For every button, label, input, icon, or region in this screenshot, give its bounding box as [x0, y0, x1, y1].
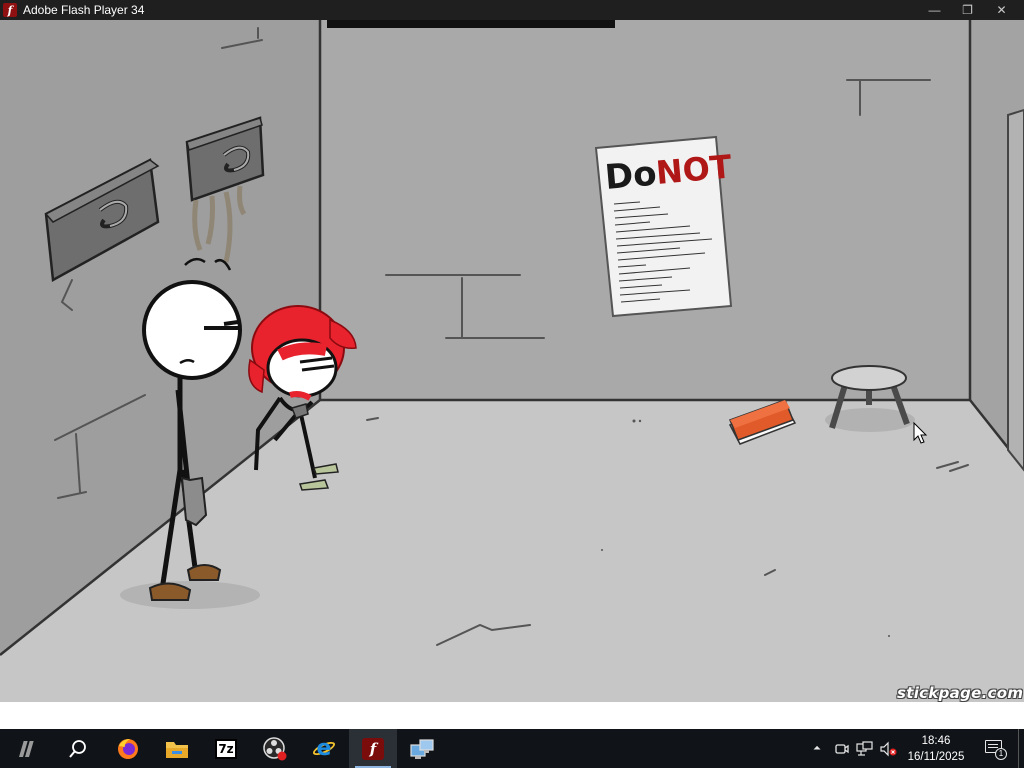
clock-date: 16/11/2025 [907, 750, 965, 763]
network-app-icon [410, 738, 434, 759]
window-bottom-margin [0, 702, 1024, 729]
notification-center-button[interactable]: 1 [978, 729, 1012, 768]
window-titlebar[interactable]: f Adobe Flash Player 34 — ❐ ✕ [0, 0, 1024, 20]
7zip-icon: 7z [215, 738, 237, 759]
taskbar-flash-player[interactable]: f [349, 729, 397, 768]
folder-icon [166, 741, 188, 758]
start-button[interactable] [5, 729, 53, 768]
search-icon [69, 739, 86, 758]
notification-icon: 1 [985, 739, 1007, 760]
flash-icon: f [362, 737, 384, 760]
taskbar: 7z e f ⏶ 18:46 16/11/2025 1 [0, 729, 1024, 768]
restore-button[interactable]: ❐ [951, 0, 984, 20]
meet-now-icon [835, 743, 849, 754]
tray-volume[interactable] [878, 729, 898, 768]
close-button[interactable]: ✕ [985, 0, 1018, 20]
firefox-icon [118, 738, 138, 759]
flash-app-icon: f [3, 3, 17, 17]
window-title: Adobe Flash Player 34 [23, 3, 145, 17]
taskbar-internet-explorer[interactable]: e [300, 729, 348, 768]
tray-chevron-up-icon[interactable]: ⏶ [808, 729, 826, 768]
taskbar-firefox[interactable] [104, 729, 152, 768]
tray-network[interactable] [855, 729, 875, 768]
taskbar-obs[interactable] [251, 729, 299, 768]
game-canvas[interactable]: Do NOT stickpage.com [0, 20, 1024, 702]
search-button[interactable] [54, 729, 102, 768]
taskbar-network-app[interactable] [398, 729, 446, 768]
taskbar-7zip[interactable]: 7z [202, 729, 250, 768]
tray-meet-now[interactable] [832, 729, 852, 768]
right-doorway [1007, 108, 1024, 472]
ceiling-strip [327, 20, 615, 28]
network-icon [856, 740, 873, 756]
show-desktop-button[interactable] [1018, 729, 1024, 768]
minimize-button[interactable]: — [918, 0, 951, 20]
taskbar-clock[interactable]: 18:46 16/11/2025 [904, 731, 968, 766]
do-not-poster[interactable]: Do NOT [594, 135, 733, 318]
poster-heading-do: Do [603, 154, 658, 198]
volume-muted-icon [880, 741, 897, 756]
clock-time: 18:46 [921, 734, 951, 747]
poster-heading-not: NOT [654, 147, 733, 191]
stickpage-watermark: stickpage.com [897, 684, 1024, 702]
notification-count-badge: 1 [995, 747, 1007, 760]
windows-icon [19, 740, 34, 757]
taskbar-file-explorer[interactable] [153, 729, 201, 768]
flash-player-window: f Adobe Flash Player 34 — ❐ ✕ Do NOT sti… [0, 0, 1024, 729]
ie-icon: e [311, 736, 337, 762]
obs-icon [263, 736, 287, 760]
